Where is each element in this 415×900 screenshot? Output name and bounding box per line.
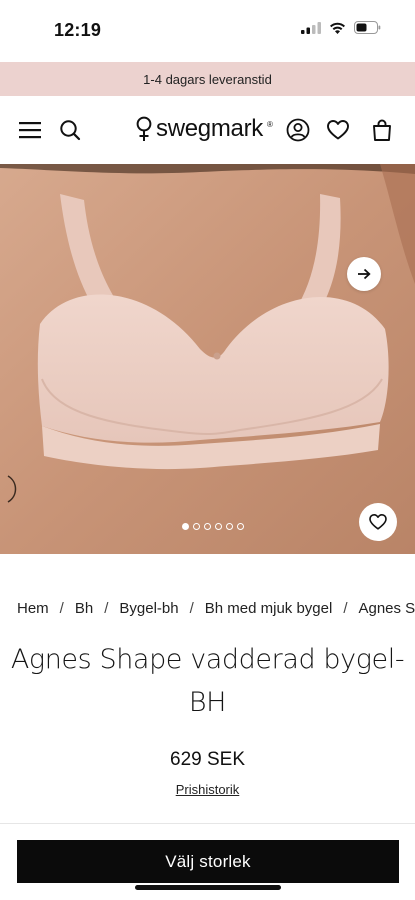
divider xyxy=(0,823,415,824)
product-image-gallery[interactable] xyxy=(0,164,415,554)
breadcrumb-item-bh[interactable]: Bh xyxy=(75,600,93,617)
price-history-link[interactable]: Prishistorik xyxy=(0,782,415,797)
brand-name: swegmark xyxy=(156,115,263,142)
battery-icon xyxy=(354,21,381,34)
shopping-bag-icon[interactable] xyxy=(370,118,394,142)
gallery-dot[interactable] xyxy=(237,523,244,530)
breadcrumb-item-hem[interactable]: Hem xyxy=(17,600,49,617)
next-image-button[interactable] xyxy=(347,257,381,291)
breadcrumb-separator: / xyxy=(104,600,109,617)
venus-symbol-icon xyxy=(136,116,152,141)
breadcrumb-item-bygel-bh[interactable]: Bygel-bh xyxy=(119,600,178,617)
home-indicator xyxy=(135,885,281,890)
status-bar: 12:19 xyxy=(0,0,415,62)
breadcrumb: Hem / Bh / Bygel-bh / Bh med mjuk bygel … xyxy=(17,600,415,617)
menu-icon[interactable] xyxy=(18,118,42,142)
cellular-signal-icon xyxy=(301,21,321,34)
gallery-pagination xyxy=(182,523,244,530)
account-icon[interactable] xyxy=(286,118,310,142)
brand-logo[interactable]: swegmark ® xyxy=(136,114,273,144)
heart-icon xyxy=(369,514,387,530)
breadcrumb-separator: / xyxy=(189,600,194,617)
breadcrumb-separator: / xyxy=(343,600,348,617)
site-header: swegmark ® xyxy=(0,96,415,164)
product-photo xyxy=(0,164,415,554)
gallery-dot[interactable] xyxy=(204,523,211,530)
gallery-dot[interactable] xyxy=(193,523,200,530)
status-icons xyxy=(301,21,381,34)
select-size-button[interactable]: Välj storlek xyxy=(17,840,399,883)
breadcrumb-separator: / xyxy=(59,600,64,617)
breadcrumb-item-bh-med-mjuk-bygel[interactable]: Bh med mjuk bygel xyxy=(205,600,333,617)
add-to-wishlist-button[interactable] xyxy=(359,503,397,541)
gallery-dot[interactable] xyxy=(182,523,189,530)
promo-text: 1-4 dagars leveranstid xyxy=(143,71,272,87)
breadcrumb-item-current: Agnes Shape vadderad bygel-BH xyxy=(358,600,415,617)
wishlist-heart-icon[interactable] xyxy=(326,118,350,142)
promo-banner: 1-4 dagars leveranstid xyxy=(0,62,415,96)
registered-mark: ® xyxy=(266,119,273,129)
arrow-right-icon xyxy=(358,268,371,280)
product-title: Agnes Shape vadderad bygel-BH xyxy=(10,644,405,718)
gallery-dot[interactable] xyxy=(226,523,233,530)
wifi-icon xyxy=(330,22,345,34)
gallery-dot[interactable] xyxy=(215,523,222,530)
search-icon[interactable] xyxy=(58,118,82,142)
status-time: 12:19 xyxy=(54,20,102,40)
product-price: 629 SEK xyxy=(170,749,245,770)
